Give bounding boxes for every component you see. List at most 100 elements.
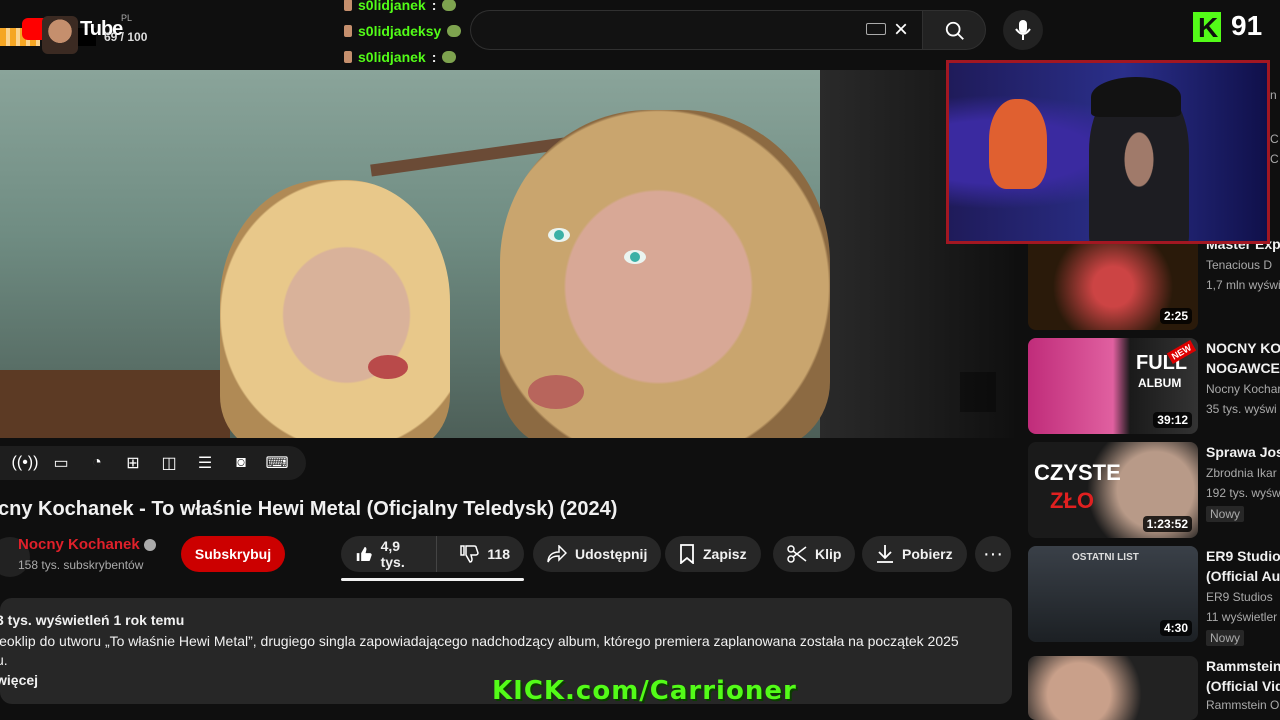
add-box-icon[interactable]: ⊞ (120, 453, 146, 473)
emote-icon (442, 51, 457, 63)
description-line: u. (0, 652, 8, 668)
close-icon[interactable]: × (894, 16, 908, 44)
split-icon[interactable]: ◫ (156, 453, 182, 473)
video-player[interactable] (0, 70, 1014, 438)
recommendation-views: 1,7 mln wyświ (1206, 278, 1280, 292)
like-ratio-bar (341, 578, 524, 581)
chat-overlay: s0lidjanek : s0lidjadeksy s0lidjanek : (344, 0, 462, 70)
search-input[interactable] (470, 10, 922, 50)
chat-username: s0lidjadeksy (358, 23, 442, 39)
voice-search-button[interactable] (1003, 10, 1043, 50)
subscriber-count: 158 tys. subskrybentów (18, 558, 144, 572)
recommendation-views: 192 tys. wyśw (1206, 486, 1280, 500)
chat-text: : (431, 49, 437, 65)
chat-username: s0lidjanek (358, 0, 426, 13)
kick-url-overlay: KICK.com/Carrioner (492, 676, 797, 706)
new-badge: Nowy (1206, 630, 1245, 646)
clip-label: Klip (815, 546, 842, 562)
chat-message: s0lidjadeksy (344, 18, 462, 44)
show-more-link[interactable]: więcej (0, 672, 38, 688)
bookmark-icon (680, 544, 694, 564)
description-text: leoklip do utworu „To właśnie Hewi Metal… (0, 632, 996, 670)
chat-badge-icon (344, 51, 352, 63)
save-label: Zapisz (703, 546, 747, 562)
dislike-button[interactable]: 118 (445, 544, 524, 564)
description-line: leoklip do utworu „To właśnie Hewi Metal… (0, 633, 959, 649)
recommendation-views: 35 tys. wyświ (1206, 402, 1277, 416)
recommendation-item[interactable]: OSTATNI LIST 4:30 ER9 Studios (Official … (1028, 546, 1280, 646)
clipped-text: n (1270, 88, 1277, 102)
video-thumbnail[interactable]: CZYSTE ZŁO 1:23:52 (1028, 442, 1198, 538)
video-duration: 39:12 (1153, 412, 1192, 428)
viewer-count: 91 (1231, 10, 1263, 41)
speed-icon[interactable]: ◔ (84, 453, 110, 473)
player-extension-controls: ((•)) ▭ ◔ ⊞ ◫ ☰ ◙ ⌨ (0, 446, 306, 480)
clipped-text: C (1270, 132, 1279, 146)
country-code: PL (121, 13, 133, 23)
video-thumbnail[interactable] (1028, 656, 1198, 720)
recommendation-channel[interactable]: Zbrodnia Ikar (1206, 466, 1277, 480)
video-duration: 4:30 (1159, 620, 1192, 636)
download-button[interactable]: Pobierz (862, 536, 967, 572)
save-button[interactable]: Zapisz (665, 536, 761, 572)
share-button[interactable]: Udostępnij (533, 536, 662, 572)
streamer-avatar (42, 16, 78, 54)
recommendation-item[interactable]: CZYSTE ZŁO 1:23:52 Sprawa Jos Zbrodnia I… (1028, 442, 1280, 538)
recommendation-channel[interactable]: Rammstein O (1206, 698, 1279, 712)
search-button[interactable] (922, 10, 986, 50)
chat-text: : (431, 0, 437, 13)
download-icon (877, 545, 893, 563)
recommendation-title[interactable]: (Official Aud (1206, 566, 1280, 586)
like-count: 4,9 tys. (380, 538, 405, 570)
keyboard-icon[interactable]: ⌨ (264, 453, 290, 473)
video-lips-right (528, 375, 584, 409)
video-thumbnail[interactable]: 2:25 (1028, 234, 1198, 330)
video-thumbnail[interactable]: OSTATNI LIST 4:30 (1028, 546, 1198, 642)
recommendation-channel[interactable]: Nocny Kochar (1206, 382, 1280, 396)
subscribe-button[interactable]: Subskrybuj (181, 536, 285, 572)
layout-icon[interactable]: ☰ (192, 453, 218, 473)
more-actions-button[interactable]: ··· (975, 536, 1011, 572)
thumbs-up-icon (356, 546, 372, 562)
video-duration: 2:25 (1159, 308, 1192, 324)
chat-username: s0lidjanek (358, 49, 426, 65)
video-duration: 1:23:52 (1142, 516, 1192, 532)
video-title: cny Kochanek - To właśnie Hewi Metal (Of… (0, 498, 618, 520)
recommendation-channel[interactable]: ER9 Studios (1206, 590, 1273, 604)
recommendation-item[interactable]: 2:25 Master Expl Tenacious D 1,7 mln wyś… (1028, 234, 1280, 330)
recommendation-item[interactable]: FULL ALBUM NEW 39:12 NOCNY KOC NOGAWCE (… (1028, 338, 1280, 434)
theater-icon[interactable]: ▭ (48, 453, 74, 473)
channel-name[interactable]: Nocny Kochanek (18, 536, 140, 553)
share-label: Udostępnij (575, 546, 648, 562)
chat-badge-icon (344, 25, 352, 37)
like-dislike-group: 4,9 tys. 118 (341, 536, 524, 572)
dislike-count: 118 (487, 546, 510, 562)
recommendation-title[interactable]: Sprawa Jos (1206, 442, 1280, 462)
microphone-icon (1015, 20, 1031, 40)
keyboard-icon[interactable] (866, 23, 886, 35)
broadcast-icon[interactable]: ((•)) (12, 453, 39, 473)
search-icon (945, 21, 964, 40)
chat-badge-icon (344, 0, 352, 11)
kick-logo-icon (1193, 12, 1221, 44)
recommendation-title[interactable]: Rammstein (1206, 656, 1280, 676)
video-lips-left (368, 355, 408, 379)
recommendation-channel[interactable]: Tenacious D (1206, 258, 1272, 272)
view-count-and-date: 3 tys. wyświetleń 1 rok temu (0, 612, 185, 628)
like-button[interactable]: 4,9 tys. (341, 536, 438, 572)
clip-button[interactable]: Klip (773, 536, 856, 572)
video-eye (624, 250, 646, 264)
recommendation-item[interactable]: Rammstein (Official Vid Rammstein O (1028, 656, 1280, 720)
recommendation-title[interactable]: NOGAWCE ( (1206, 358, 1280, 378)
download-label: Pobierz (902, 546, 953, 562)
screenshot-icon[interactable]: ◙ (228, 453, 254, 473)
chat-message: s0lidjanek : (344, 0, 461, 18)
video-person-left (220, 180, 450, 438)
thumbnail-text: OSTATNI LIST (1072, 552, 1139, 563)
video-scene-cabinet (0, 370, 230, 438)
video-thumbnail[interactable]: FULL ALBUM NEW 39:12 (1028, 338, 1198, 434)
recommendation-title[interactable]: (Official Vid (1206, 676, 1280, 696)
recommendation-title[interactable]: NOCNY KOC (1206, 338, 1280, 358)
recommendation-title[interactable]: ER9 Studios (1206, 546, 1280, 566)
recommendation-views: 11 wyświetler (1206, 610, 1278, 624)
